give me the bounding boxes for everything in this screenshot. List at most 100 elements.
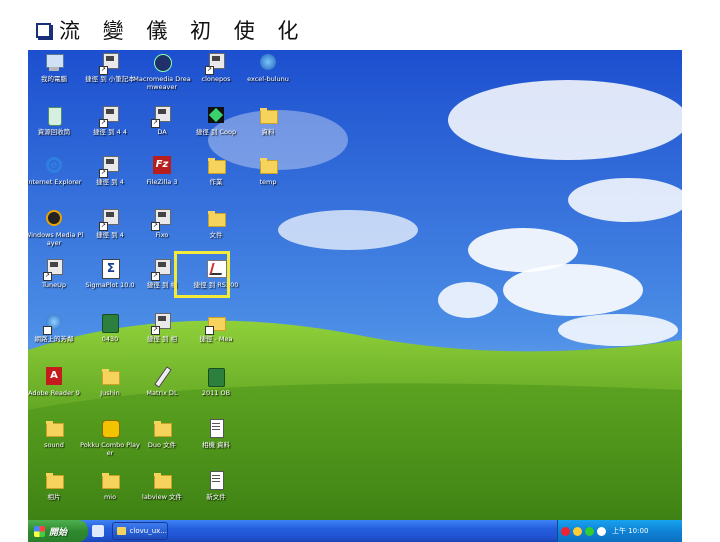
desktop-icon-label: sound <box>44 441 64 449</box>
desktop-icon-label: FileZilla 3 <box>146 178 178 186</box>
desktop-icon-label: 資源回收筒 <box>37 128 71 136</box>
desktop-icon[interactable]: 相機 資料 <box>185 418 247 449</box>
tray-shield-icon[interactable] <box>561 526 570 536</box>
desktop-icon[interactable]: e Internet Explorer <box>28 155 85 186</box>
desktop-icon[interactable]: 2011 OB <box>185 366 247 397</box>
desktop-icon[interactable]: Fz FileZilla 3 <box>131 155 193 186</box>
book-icon <box>99 312 121 334</box>
shortcut-icon: ↗ <box>43 258 65 281</box>
shortcut-icon: ↗ <box>151 208 173 231</box>
folder-icon <box>257 105 279 127</box>
folder-icon <box>151 470 173 492</box>
desktop-icon-label: 捷徑 到 相 <box>146 335 178 343</box>
desktop-icon-label: 新文件 <box>206 493 226 501</box>
desktop-icon-label: Adobe Reader 9 <box>28 389 80 397</box>
start-button-label: 開始 <box>49 527 68 538</box>
desktop-icon[interactable]: ↗ TuneUp <box>28 258 85 289</box>
desktop-icon[interactable]: A Adobe Reader 9 <box>28 366 85 397</box>
desktop-screenshot: 我的電腦 ↗ 捷徑 到 小筆記本 Macromedia Dreamweaver ↗ clo… <box>28 50 682 542</box>
desktop-icon[interactable]: 資料 <box>237 105 299 136</box>
desktop-icon[interactable]: labview 文件 <box>131 470 193 501</box>
folder-icon <box>257 155 279 177</box>
sigma-icon: Σ <box>99 258 121 280</box>
taskbar: 開始 clovu_ux... 上午 10:00 <box>28 520 682 542</box>
recycle-icon <box>43 105 65 127</box>
desktop-icon[interactable]: 新文件 <box>185 470 247 501</box>
desktop-icon[interactable]: ↗ Fixo <box>131 208 193 239</box>
globe-icon <box>257 52 279 74</box>
shortcut-icon: ↗ <box>99 208 121 231</box>
folder-icon <box>205 208 227 230</box>
ie-icon: e <box>43 155 65 177</box>
start-button[interactable]: 開始 <box>28 520 88 542</box>
desktop-icon[interactable]: Matrix DL <box>131 366 193 397</box>
desktop-icon[interactable]: Windows Media Player <box>28 208 85 247</box>
shortcut-icon: ↗ <box>151 258 173 281</box>
folder-icon <box>117 527 126 535</box>
filezilla-icon: Fz <box>151 155 173 177</box>
computer-icon <box>43 52 65 74</box>
shortcut-icon: ↗ <box>151 105 173 128</box>
desktop-icon-label: 相機 資料 <box>201 441 231 449</box>
desktop-icon-label: 2011 OB <box>201 389 231 397</box>
highlight-box <box>174 251 230 298</box>
desktop-icon-label: Duo 文件 <box>147 441 177 449</box>
folder-icon <box>43 470 65 492</box>
doc-icon <box>205 470 227 492</box>
folder-icon <box>205 155 227 177</box>
desktop-icon-label: 捷徑 - Mea <box>199 335 233 343</box>
show-desktop-icon[interactable] <box>92 525 104 537</box>
desktop-icon[interactable]: ↗ DA <box>131 105 193 136</box>
shortcut-icon: ↗ <box>99 155 121 178</box>
desktop-icon[interactable]: 文件 <box>185 208 247 239</box>
desktop-icon[interactable]: 我的電腦 <box>28 52 85 83</box>
shortcut-icon: ↗ <box>205 52 227 75</box>
desktop-icon[interactable]: 網路上的芳鄰 <box>28 312 85 343</box>
desktop-icon[interactable]: Macromedia Dreamweaver <box>131 52 193 91</box>
xbox-icon <box>205 105 227 127</box>
desktop-icon-label: 文件 <box>209 231 223 239</box>
desktop-icon[interactable]: 捷徑 - Mea <box>185 312 247 343</box>
desktop-icon-label: excel-bulunu <box>247 75 289 83</box>
folder-icon <box>43 418 65 440</box>
windows-logo-icon <box>34 525 45 537</box>
taskbar-window-label: clovu_ux... <box>129 527 167 535</box>
desktop-icon[interactable]: sound <box>28 418 85 449</box>
clock: 上午 10:00 <box>612 527 649 535</box>
desktop-icon[interactable]: 相片 <box>28 470 85 501</box>
desktop-icon-label: Internet Explorer <box>28 178 82 186</box>
desktop-icon[interactable]: ↗ 捷徑 到 相 <box>131 312 193 343</box>
desktop-icon-label: 我的電腦 <box>41 75 67 83</box>
checkbox-bullet-icon <box>36 22 51 38</box>
slide-title-text: 流 變 儀 初 使 化 <box>59 19 307 43</box>
shortcut-icon: ↗ <box>151 312 173 335</box>
tray-volume-icon[interactable] <box>585 526 594 536</box>
folder-icon <box>99 470 121 492</box>
shortcut-icon: ↗ <box>99 105 121 128</box>
pokku-icon <box>99 418 121 440</box>
system-tray: 上午 10:00 <box>557 520 682 542</box>
desktop-icon-label: 相片 <box>47 493 61 501</box>
adobe-icon: A <box>43 366 65 388</box>
tray-network-icon[interactable] <box>573 526 582 536</box>
desktop-icon[interactable]: excel-bulunu <box>237 52 299 83</box>
desktop-icon-label: Fixo <box>155 231 169 239</box>
media-icon <box>43 208 65 230</box>
desktop-icon-label: TuneUp <box>41 281 67 289</box>
pen-icon <box>151 366 173 388</box>
desktop-icon-label: 資料 <box>261 128 275 136</box>
desktop-icon-label: DA <box>157 128 167 136</box>
desktop-icon-label: Windows Media Player <box>28 231 84 247</box>
desktop-icon[interactable]: 資源回收筒 <box>28 105 85 136</box>
desktop-icon[interactable]: Duo 文件 <box>131 418 193 449</box>
folder-icon <box>151 418 173 440</box>
desktop-icon-label: temp <box>259 178 277 186</box>
desktop-icon-label: Macromedia Dreamweaver <box>133 75 191 91</box>
doc-icon <box>205 418 227 440</box>
network-icon <box>43 312 65 335</box>
desktop-icon[interactable]: temp <box>237 155 299 186</box>
taskbar-window-button[interactable]: clovu_ux... <box>112 522 168 540</box>
tray-ime-icon[interactable] <box>597 526 606 536</box>
folder-shortcut-icon <box>205 312 227 335</box>
desktop-icon-label: labview 文件 <box>142 493 182 501</box>
